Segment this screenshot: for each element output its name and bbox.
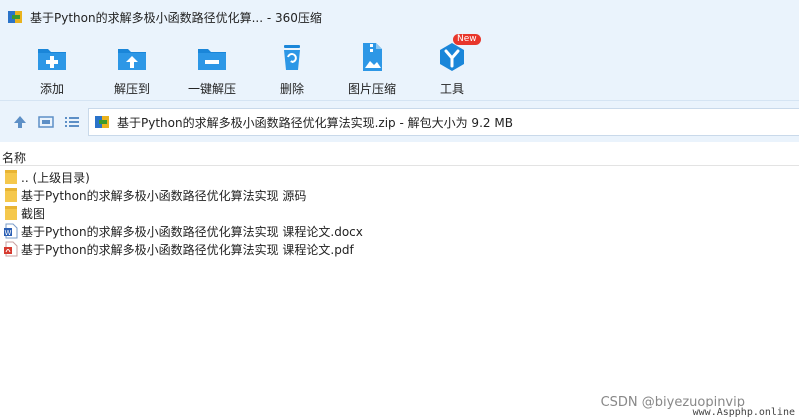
delete-icon (275, 40, 309, 74)
title-bar: 基于Python的求解多极小函数路径优化算... - 360压缩 (0, 0, 799, 34)
address-text: 基于Python的求解多极小函数路径优化算法实现.zip - 解包大小为 9.2… (117, 115, 513, 130)
list-view-icon[interactable] (63, 113, 81, 131)
delete-button[interactable]: 删除 (252, 38, 332, 96)
up-arrow-icon[interactable] (11, 113, 29, 131)
extract-to-button[interactable]: 解压到 (92, 38, 172, 96)
one-click-extract-label: 一键解压 (187, 82, 236, 96)
list-item-docx[interactable]: W 基于Python的求解多极小函数路径优化算法实现 课程论文.docx (0, 222, 799, 240)
address-field[interactable]: 基于Python的求解多极小函数路径优化算法实现.zip - 解包大小为 9.2… (88, 108, 799, 136)
list-item-parent-dir[interactable]: .. (上级目录) (0, 168, 799, 186)
list-item-source-folder[interactable]: 基于Python的求解多极小函数路径优化算法实现 源码 (0, 186, 799, 204)
list-item-pdf[interactable]: 基于Python的求解多极小函数路径优化算法实现 课程论文.pdf (0, 240, 799, 258)
pdf-icon (4, 241, 18, 257)
extract-to-icon (115, 40, 149, 74)
file-name: .. (上级目录) (21, 170, 90, 185)
add-button[interactable]: 添加 (12, 38, 92, 96)
column-header: 名称 (0, 146, 799, 166)
add-folder-icon (35, 40, 69, 74)
file-name: 基于Python的求解多极小函数路径优化算法实现 课程论文.docx (21, 224, 363, 239)
address-bar: 基于Python的求解多极小函数路径优化算法实现.zip - 解包大小为 9.2… (0, 100, 799, 142)
delete-label: 删除 (279, 82, 304, 96)
image-compress-label: 图片压缩 (347, 82, 396, 96)
toolbar: 添加 解压到 一键解压 删除 图片压缩 New 工具 (0, 34, 799, 100)
list-item-screenshots-folder[interactable]: 截图 (0, 204, 799, 222)
folder-icon (4, 187, 18, 203)
file-name: 基于Python的求解多极小函数路径优化算法实现 课程论文.pdf (21, 242, 354, 257)
tools-label: 工具 (439, 82, 464, 96)
file-list: .. (上级目录) 基于Python的求解多极小函数路径优化算法实现 源码 截图… (0, 168, 799, 258)
one-click-extract-icon (195, 40, 229, 74)
word-doc-icon: W (4, 223, 18, 239)
thumbnail-view-icon[interactable] (37, 113, 55, 131)
tools-button[interactable]: New 工具 (412, 34, 492, 96)
archive-icon (95, 114, 111, 130)
new-badge: New (453, 34, 481, 45)
file-name: 基于Python的求解多极小函数路径优化算法实现 源码 (21, 188, 307, 203)
one-click-extract-button[interactable]: 一键解压 (172, 38, 252, 96)
svg-text:W: W (5, 229, 12, 237)
image-compress-button[interactable]: 图片压缩 (332, 38, 412, 96)
window-title: 基于Python的求解多极小函数路径优化算... - 360压缩 (30, 10, 322, 25)
extract-to-label: 解压到 (113, 82, 150, 96)
column-name-header[interactable]: 名称 (2, 149, 26, 166)
site-watermark: www.Aspphp.online (692, 407, 795, 418)
app-logo-icon (8, 9, 24, 25)
folder-icon (4, 169, 18, 185)
file-name: 截图 (21, 206, 46, 221)
add-label: 添加 (39, 82, 64, 96)
folder-icon (4, 205, 18, 221)
tools-icon: New (435, 34, 481, 74)
image-compress-icon (355, 40, 389, 74)
